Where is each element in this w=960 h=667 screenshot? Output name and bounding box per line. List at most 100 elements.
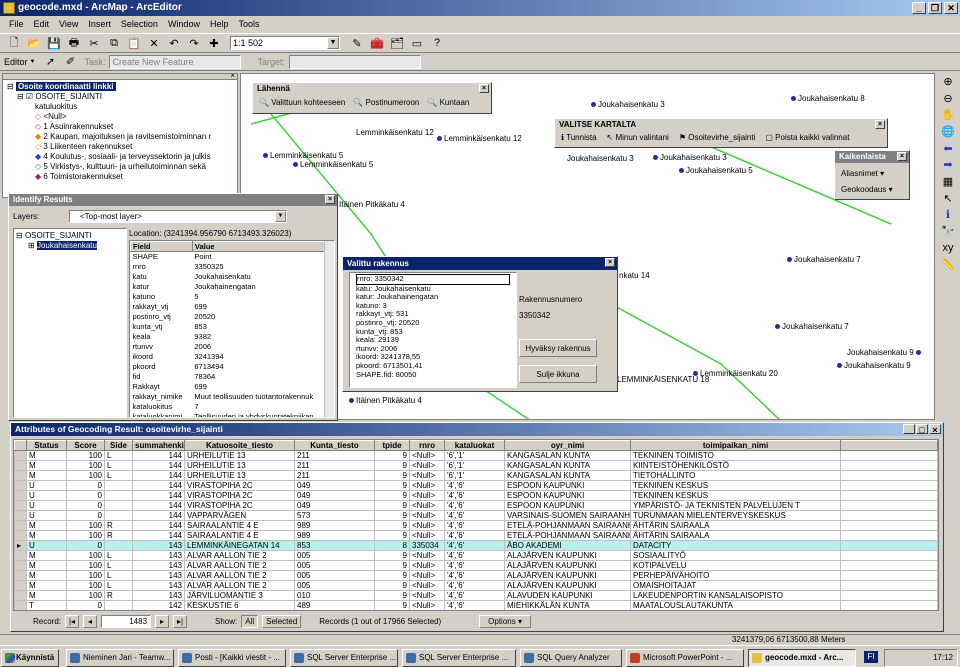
close-button[interactable]: ✕: [944, 2, 958, 14]
taskbar-item[interactable]: Nieminen Jari - Teamw...: [66, 649, 174, 667]
close-icon[interactable]: ×: [230, 74, 235, 80]
column-header[interactable]: Score: [66, 440, 105, 451]
map-label[interactable]: Lemminkäisenkatu 5: [293, 160, 373, 169]
row-selector[interactable]: [14, 470, 27, 481]
taskbar-item[interactable]: SQL Server Enterprise ...: [290, 649, 398, 667]
redo-icon[interactable]: ↷: [185, 34, 203, 52]
identify-field-row[interactable]: pkoord 6713494: [131, 362, 334, 372]
undo-icon[interactable]: ↶: [165, 34, 183, 52]
aliases-menu[interactable]: Aliasnimet ▾: [841, 166, 903, 182]
identify-field-row[interactable]: rakkayt_nimike Muut teollisuuden tuotanto…: [131, 392, 334, 402]
table-row[interactable]: U 0 144 VAPPARVÄGEN 573 9 <Null> '4','6' VARSINA…: [14, 510, 938, 521]
row-selector[interactable]: [14, 590, 27, 601]
menu-view[interactable]: View: [54, 16, 83, 33]
close-icon[interactable]: ×: [325, 195, 335, 204]
column-header[interactable]: toimipaikan_nimi: [630, 440, 841, 451]
delete-icon[interactable]: ✕: [145, 34, 163, 52]
identify-scrollbar[interactable]: [324, 241, 334, 417]
menu-window[interactable]: Window: [163, 16, 205, 33]
toc-layer-title[interactable]: ⊟ Osoite koordinaatti linkki: [7, 82, 233, 92]
map-label[interactable]: Joukahaisenkatu 5: [679, 166, 753, 175]
row-selector[interactable]: [14, 450, 27, 461]
forward-arrow-icon[interactable]: ➡: [939, 156, 957, 173]
menu-edit[interactable]: Edit: [29, 16, 55, 33]
row-selector[interactable]: [15, 611, 27, 612]
restore-button[interactable]: ❐: [928, 2, 942, 14]
prev-record-icon[interactable]: ◂: [83, 614, 98, 628]
row-selector[interactable]: ▸: [14, 540, 27, 551]
tree-child[interactable]: ⊞ Joukahaisenkatu: [16, 241, 124, 251]
show-all-button[interactable]: All: [241, 614, 259, 628]
zoom-selected-button[interactable]: 🔍 Valittuun kohteeseen: [259, 98, 345, 107]
column-header[interactable]: Katuosoite_tiesto: [184, 440, 295, 451]
identify-button[interactable]: ℹ Tunnista: [561, 133, 597, 142]
new-icon[interactable]: 🗋: [5, 34, 23, 52]
close-icon[interactable]: ×: [897, 152, 907, 161]
zoom-postcode-button[interactable]: 🔍 Postinumeroon: [353, 98, 419, 107]
map-label[interactable]: Itäinen Pitkäkatu 4: [349, 396, 422, 405]
sketch-tool-icon[interactable]: ✐: [61, 53, 79, 71]
table-row[interactable]: M 100 R 143 JÄRVILUOMANTIE 3 010 9 <Null> '4','6…: [14, 590, 938, 601]
cut-icon[interactable]: ✂: [85, 34, 103, 52]
language-indicator[interactable]: FI: [864, 651, 878, 663]
map-label[interactable]: Joukahaisenkatu 9: [837, 361, 911, 370]
xy-icon[interactable]: xy: [939, 240, 957, 257]
copy-icon[interactable]: ⧉: [105, 34, 123, 52]
address-error-button[interactable]: ⚑ Osoitevirhe_sijainti: [679, 133, 756, 142]
add-data-icon[interactable]: ✚: [205, 34, 223, 52]
print-icon[interactable]: 🖶: [65, 34, 83, 52]
taskbar-item[interactable]: Microsoft PowerPoint - ...: [626, 649, 744, 667]
table-row[interactable]: T0 142KESKUSTIE 64899<Null>'4','6'MIEHIKK…: [15, 611, 938, 612]
menu-help[interactable]: Help: [205, 16, 234, 33]
column-header[interactable]: rnro: [409, 440, 445, 451]
column-header[interactable]: Status: [26, 440, 67, 451]
editor-menu[interactable]: Editor: [4, 57, 28, 67]
table-row[interactable]: M 100 R 144 SAIRAALANTIE 4 E 989 9 <Null> '4','6…: [14, 520, 938, 531]
chevron-down-icon[interactable]: ▼: [30, 59, 36, 65]
map-label[interactable]: LEMMINKÄISENKATU 18: [617, 375, 709, 384]
taskbar-item[interactable]: SQL Query Analyzer: [520, 649, 622, 667]
row-selector[interactable]: [14, 570, 27, 581]
find-icon[interactable]: 🔭: [939, 223, 957, 240]
minimize-button[interactable]: _: [912, 2, 926, 14]
row-selector[interactable]: [14, 510, 27, 521]
table-row[interactable]: M 100 L 144 URHEILUTIE 13 211 9 <Null> '6','1' KA…: [14, 450, 938, 461]
window-icon[interactable]: ▭: [408, 34, 426, 52]
map-label[interactable]: Joukahaisenkatu 9: [847, 348, 923, 357]
record-number-input[interactable]: 1483: [101, 614, 152, 628]
next-record-icon[interactable]: ▸: [155, 614, 170, 628]
identify-field-row[interactable]: SHAPE Point: [131, 252, 334, 262]
table-row[interactable]: M 100 L 143 ALVAR AALLON TIE 2 005 9 <Null> '4',…: [14, 570, 938, 581]
identify-field-row[interactable]: katu Joukahaisenkatu: [131, 272, 334, 282]
identify-field-row[interactable]: kataluokkanimi Teollisuuden ja yhdyskunta…: [131, 412, 334, 417]
column-header[interactable]: [840, 440, 938, 451]
close-icon[interactable]: ×: [875, 120, 885, 129]
table-row[interactable]: U 0 144 VIRASTOPIHA 2C 049 9 <Null> '4','6' ESPO…: [14, 480, 938, 491]
menu-selection[interactable]: Selection: [116, 16, 163, 33]
tree-root[interactable]: ⊟ OSOITE_SIJAINTI: [16, 231, 124, 241]
clock[interactable]: 17:12: [933, 653, 953, 662]
show-selected-button[interactable]: Selected: [262, 614, 302, 628]
map-label[interactable]: Joukahaisenkatu 3: [653, 153, 727, 162]
row-selector[interactable]: [14, 550, 27, 561]
options-button[interactable]: Options ▾: [479, 614, 531, 628]
close-window-button[interactable]: Sulje ikkuna: [519, 365, 597, 383]
identify-field-row[interactable]: kataluokitus 7: [131, 402, 334, 412]
edit-arrow-icon[interactable]: ➚: [41, 53, 59, 71]
chevron-down-icon[interactable]: ▼: [327, 37, 339, 49]
identify-field-row[interactable]: katuno 5: [131, 292, 334, 302]
identify-field-row[interactable]: rakkayt_vtj 699: [131, 302, 334, 312]
identify-field-row[interactable]: ikoord 3241394: [131, 352, 334, 362]
col-value[interactable]: Value: [191, 241, 334, 252]
identify-field-row[interactable]: Rakkayt 699: [131, 382, 334, 392]
pan-icon[interactable]: ✋: [939, 106, 957, 123]
table-row[interactable]: ▸ U 0 143 LEMMINKÄINEGATAN 14 853 8 335034'4','…: [14, 540, 938, 551]
table-row[interactable]: M 100 L 143 ALVAR AALLON TIE 2 005 9 <Null> '4',…: [14, 550, 938, 561]
column-header[interactable]: summahenkilo: [132, 440, 185, 451]
map-label[interactable]: Joukahaisenkatu 3: [591, 100, 665, 109]
map-label[interactable]: Lemminkäisenkatu 5: [263, 151, 343, 160]
zoom-in-icon[interactable]: ⊕: [939, 73, 957, 90]
identify-field-row[interactable]: rnro 3350325: [131, 262, 334, 272]
help-icon[interactable]: ?: [428, 34, 446, 52]
row-selector[interactable]: [14, 490, 27, 501]
